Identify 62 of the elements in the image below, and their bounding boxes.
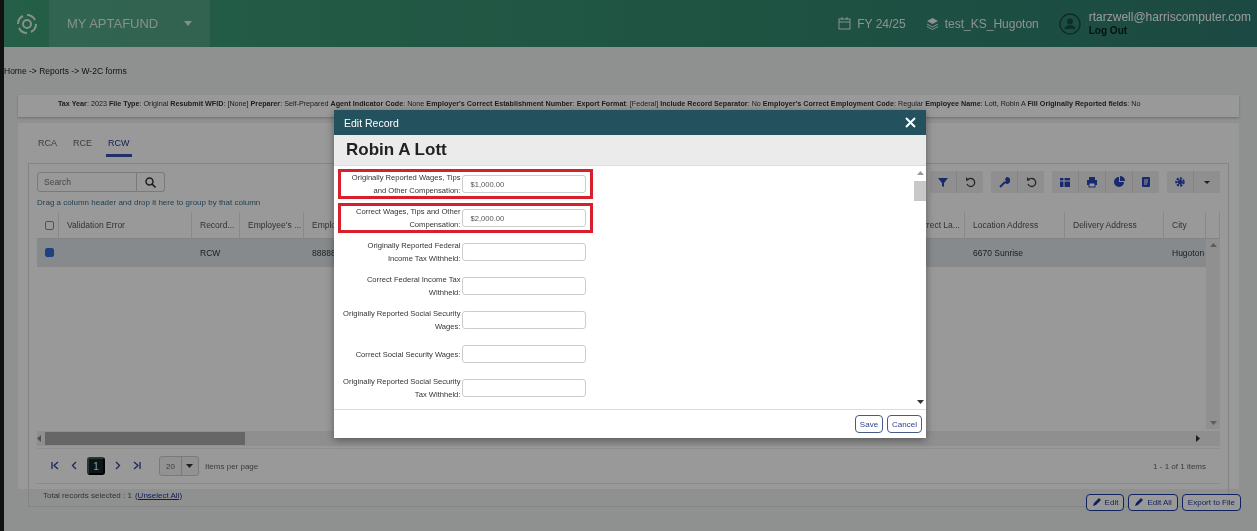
- table-cell: RCW: [192, 239, 240, 267]
- next-page-icon: [113, 461, 122, 470]
- close-button[interactable]: [905, 117, 916, 128]
- database-selector[interactable]: test_KS_Hugoton: [915, 0, 1049, 47]
- search-icon[interactable]: [145, 176, 156, 188]
- wrench-icon[interactable]: [998, 176, 1010, 188]
- logo-icon[interactable]: [15, 12, 38, 35]
- page-button[interactable]: 1: [87, 457, 105, 475]
- employee-name: Robin A Lott: [334, 135, 926, 165]
- last-page-icon: [132, 461, 141, 470]
- action-button[interactable]: Edit All: [1128, 494, 1178, 511]
- caret-icon: [184, 21, 193, 26]
- input-field[interactable]: [462, 345, 586, 363]
- dialog-button[interactable]: Save: [854, 415, 884, 433]
- dialog-title: Edit Record: [344, 116, 399, 129]
- action-button[interactable]: Edit: [1085, 494, 1125, 511]
- page-size-label: Items per page: [204, 461, 259, 471]
- tab[interactable]: RCW: [106, 138, 132, 157]
- scroll-up-icon[interactable]: [916, 171, 924, 175]
- group-hint: Drag a column header and drop it here to group by that column: [37, 198, 261, 207]
- table-cell: Hugoton: [1164, 239, 1206, 267]
- dialog-button[interactable]: Cancel: [887, 415, 922, 433]
- selection-count: Total records selected : 1: [43, 490, 132, 500]
- document-icon[interactable]: [1140, 176, 1152, 188]
- scroll-down-icon[interactable]: [916, 400, 924, 404]
- input-field[interactable]: [462, 379, 586, 397]
- filter-icon[interactable]: [937, 176, 949, 188]
- scrollbar-thumb[interactable]: [914, 181, 926, 201]
- checkbox[interactable]: [45, 220, 54, 230]
- pie-chart-icon[interactable]: [1113, 176, 1125, 188]
- table-cell: 6670 Sunrise: [965, 239, 1065, 267]
- scrollbar-thumb[interactable]: [45, 432, 245, 445]
- close-icon: [905, 117, 916, 128]
- calendar-icon: [838, 17, 852, 30]
- search-field[interactable]: Search: [37, 172, 137, 192]
- input-field[interactable]: [462, 243, 586, 261]
- input-field[interactable]: [462, 311, 586, 329]
- items-range: 1 - 1 of 1 items: [1153, 461, 1206, 471]
- action-button[interactable]: Export to File: [1181, 494, 1241, 511]
- pencil-icon: [1091, 498, 1101, 507]
- printer-icon[interactable]: [1086, 176, 1098, 188]
- tab[interactable]: RCA: [36, 138, 59, 157]
- user-email: rtarzwell@harriscomputer.com: [1088, 10, 1251, 24]
- input-field[interactable]: [462, 277, 586, 295]
- tab[interactable]: RCE: [71, 138, 95, 157]
- checkbox[interactable]: [45, 248, 54, 257]
- settings-icon[interactable]: [1174, 176, 1186, 188]
- breadcrumb: Home -> Reports -> W-2C forms: [4, 66, 127, 76]
- search-button[interactable]: [137, 172, 165, 192]
- previous-page-icon: [70, 461, 79, 470]
- layers-icon: [925, 17, 939, 30]
- undo-icon[interactable]: [964, 176, 976, 188]
- scroll-right-icon[interactable]: [1196, 435, 1200, 442]
- first-page-icon: [51, 461, 60, 470]
- spreadsheet-icon[interactable]: [1059, 176, 1071, 188]
- pencil-icon: [1134, 498, 1144, 507]
- fiscal-year-selector[interactable]: FY 24/25: [828, 0, 916, 47]
- scroll-left-icon[interactable]: [37, 435, 41, 442]
- unselect-all-link[interactable]: (Unselect All): [134, 490, 183, 500]
- page-size-dropdown[interactable]: 20: [159, 456, 199, 476]
- undo-icon[interactable]: [1025, 176, 1037, 188]
- caret-icon: [186, 464, 194, 468]
